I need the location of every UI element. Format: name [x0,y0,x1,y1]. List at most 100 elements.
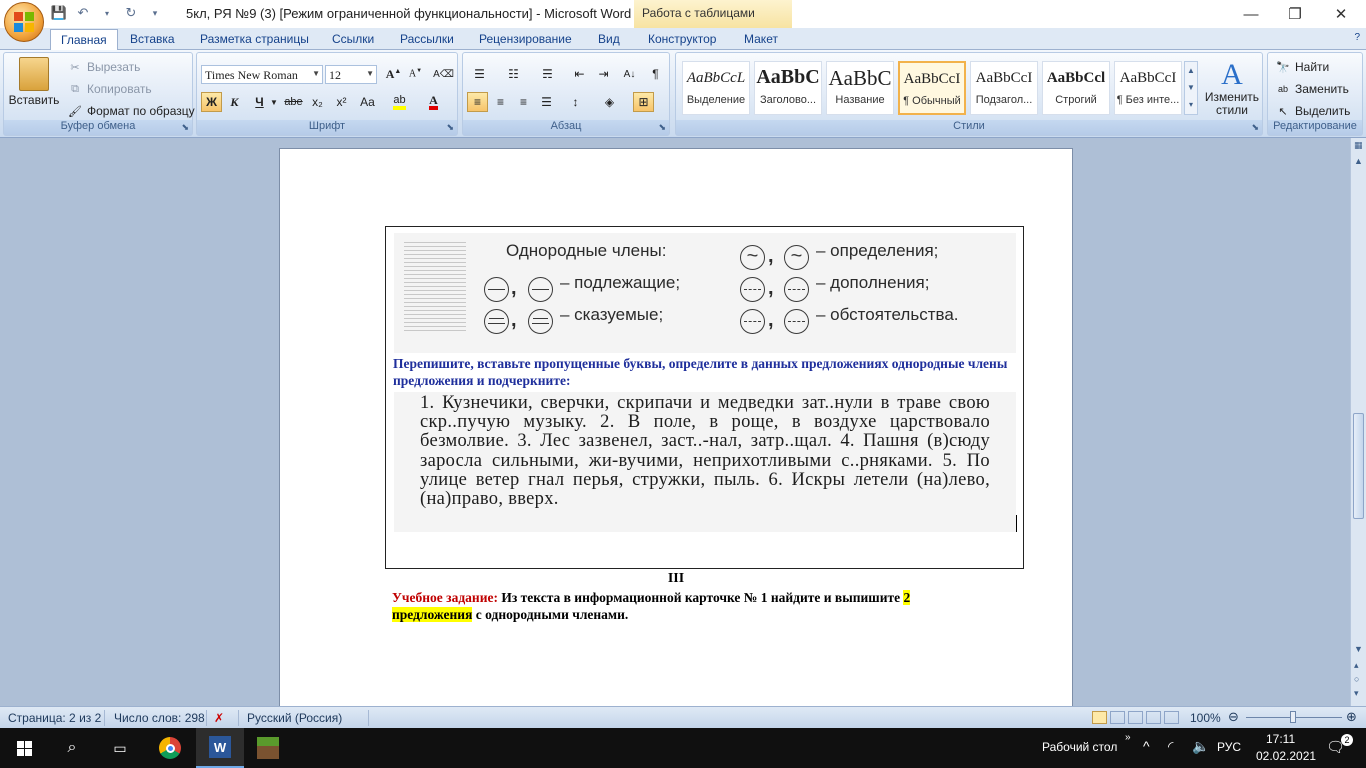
toolbar-expand-icon[interactable]: » [1125,732,1131,743]
show-hidden-icons-icon[interactable]: ^ [1143,738,1150,754]
font-color-button[interactable]: A [423,92,444,112]
style-title[interactable]: AaBbC Название [826,61,894,115]
sort-button[interactable]: A↓ [619,64,640,84]
scroll-up-icon[interactable]: ▲ [1354,156,1363,166]
clock-date[interactable]: 02.02.2021 [1256,749,1316,763]
align-left-button[interactable]: ≡ [467,92,488,112]
page-indicator[interactable]: Страница: 2 из 2 [8,711,101,725]
input-language[interactable]: РУС [1217,740,1241,754]
line-spacing-button[interactable]: ↕ [565,92,586,112]
zoom-slider-thumb[interactable] [1290,711,1296,723]
scroll-thumb[interactable] [1353,413,1364,519]
word-app[interactable]: W [196,728,244,768]
web-layout-icon[interactable] [1128,711,1143,724]
borders-button[interactable]: ⊞ [633,92,654,112]
style-no-spacing[interactable]: AaBbCcI ¶ Без инте... [1114,61,1182,115]
volume-icon[interactable]: 🔈 [1192,738,1209,755]
tab-mailings[interactable]: Рассылки [394,31,460,47]
align-right-button[interactable]: ≡ [513,92,534,112]
zoom-in-icon[interactable]: ⊕ [1346,709,1357,725]
wifi-icon[interactable]: ◜ [1168,738,1173,755]
grow-font-button[interactable]: A▲ [383,64,404,84]
language-indicator[interactable]: Русский (Россия) [247,711,342,725]
office-button[interactable] [4,2,44,42]
scroll-down-icon[interactable]: ▼ [1354,644,1363,654]
draft-icon[interactable] [1164,711,1179,724]
align-center-button[interactable]: ≡ [490,92,511,112]
decrease-indent-button[interactable]: ⇤ [569,64,590,84]
copy-button[interactable]: ⧉ Копировать [66,80,152,98]
bullets-button[interactable]: ☰ [469,64,490,84]
highlight-button[interactable]: ab [389,92,410,112]
tab-page-layout[interactable]: Разметка страницы [194,31,315,47]
document-page[interactable]: Однородные члены: , – определения; , – п… [279,148,1073,706]
select-button[interactable]: ↖ Выделить [1274,102,1350,120]
browse-object-icon[interactable]: ○ [1354,674,1359,684]
subscript-button[interactable]: x₂ [307,92,328,112]
chevron-down-icon[interactable]: ▾ [98,4,116,22]
cut-button[interactable]: ✂ Вырезать [66,58,140,76]
dialog-launcher-icon[interactable]: ⬊ [181,122,189,133]
clear-formatting-button[interactable]: A⌫ [433,64,454,84]
dialog-launcher-icon[interactable]: ⬊ [658,122,666,133]
zoom-level[interactable]: 100% [1190,711,1221,725]
table-cell[interactable]: Однородные члены: , – определения; , – п… [385,226,1024,569]
clock-time[interactable]: 17:11 [1266,732,1295,746]
numbering-button[interactable]: ☷ [503,64,524,84]
change-styles-button[interactable]: A Изменить стили [1204,59,1260,117]
underline-button[interactable]: Ч [249,92,270,112]
tab-review[interactable]: Рецензирование [473,31,578,47]
full-screen-reading-icon[interactable] [1110,711,1125,724]
word-count[interactable]: Число слов: 298 [114,711,205,725]
tab-design[interactable]: Конструктор [642,31,722,47]
restore-button[interactable]: ❐ [1272,0,1318,28]
replace-button[interactable]: ab Заменить [1274,80,1349,98]
start-button[interactable] [0,728,48,768]
tab-home[interactable]: Главная [50,29,118,50]
next-page-icon[interactable]: ▾ [1354,688,1359,699]
outline-icon[interactable] [1146,711,1161,724]
tab-view[interactable]: Вид [592,31,626,47]
dialog-launcher-icon[interactable]: ⬊ [1251,122,1259,133]
font-size-combo[interactable]: 12 ▼ [325,65,377,84]
minecraft-app[interactable] [244,728,292,768]
dialog-launcher-icon[interactable]: ⬊ [446,122,454,133]
italic-button[interactable]: К [224,92,245,112]
justify-button[interactable]: ☰ [536,92,557,112]
style-strong[interactable]: AaBbCcl Строгий [1042,61,1110,115]
zoom-out-icon[interactable]: ⊖ [1228,709,1239,725]
paste-button[interactable]: Вставить [8,57,60,107]
multilevel-list-button[interactable]: ☴ [537,64,558,84]
styles-gallery-scroll[interactable]: ▲ ▼ ▾ [1184,61,1198,115]
tab-references[interactable]: Ссылки [326,31,380,47]
increase-indent-button[interactable]: ⇥ [593,64,614,84]
desktop-toolbar[interactable]: Рабочий стол [1042,740,1117,754]
vertical-scrollbar[interactable]: ▦ ▲ ▼ ▴ ○ ▾ [1350,138,1366,706]
chrome-app[interactable] [146,728,194,768]
task-view-button[interactable]: ▭ [96,728,144,768]
font-name-combo[interactable]: Times New Roman ▼ [201,65,323,84]
customize-qat-icon[interactable]: ▾ [146,4,164,22]
tab-insert[interactable]: Вставка [124,31,181,47]
ruler-toggle-icon[interactable]: ▦ [1354,140,1363,151]
find-button[interactable]: 🔭 Найти [1274,58,1329,76]
previous-page-icon[interactable]: ▴ [1354,660,1359,671]
bold-button[interactable]: Ж [201,92,222,112]
spellcheck-icon[interactable]: ✗ [214,711,224,725]
undo-icon[interactable]: ↶ [74,4,92,22]
shading-button[interactable]: ◈ [599,92,620,112]
help-icon[interactable]: ? [1354,32,1360,43]
save-icon[interactable]: 💾 [50,4,68,22]
search-button[interactable]: ⌕ [48,728,96,768]
show-marks-button[interactable]: ¶ [645,64,666,84]
change-case-button[interactable]: Aa [357,92,378,112]
format-painter-button[interactable]: 🖌 Формат по образцу [66,102,195,120]
shrink-font-button[interactable]: A▼ [405,64,426,84]
style-heading1[interactable]: AaBbC Заголово... [754,61,822,115]
tab-layout[interactable]: Макет [738,31,784,47]
chevron-down-icon[interactable]: ▼ [270,98,278,107]
style-normal[interactable]: AaBbCcI ¶ Обычный [898,61,966,115]
style-emphasis[interactable]: AaBbCcL Выделение [682,61,750,115]
style-subtitle[interactable]: AaBbCcI Подзагол... [970,61,1038,115]
close-button[interactable]: ✕ [1318,0,1364,28]
